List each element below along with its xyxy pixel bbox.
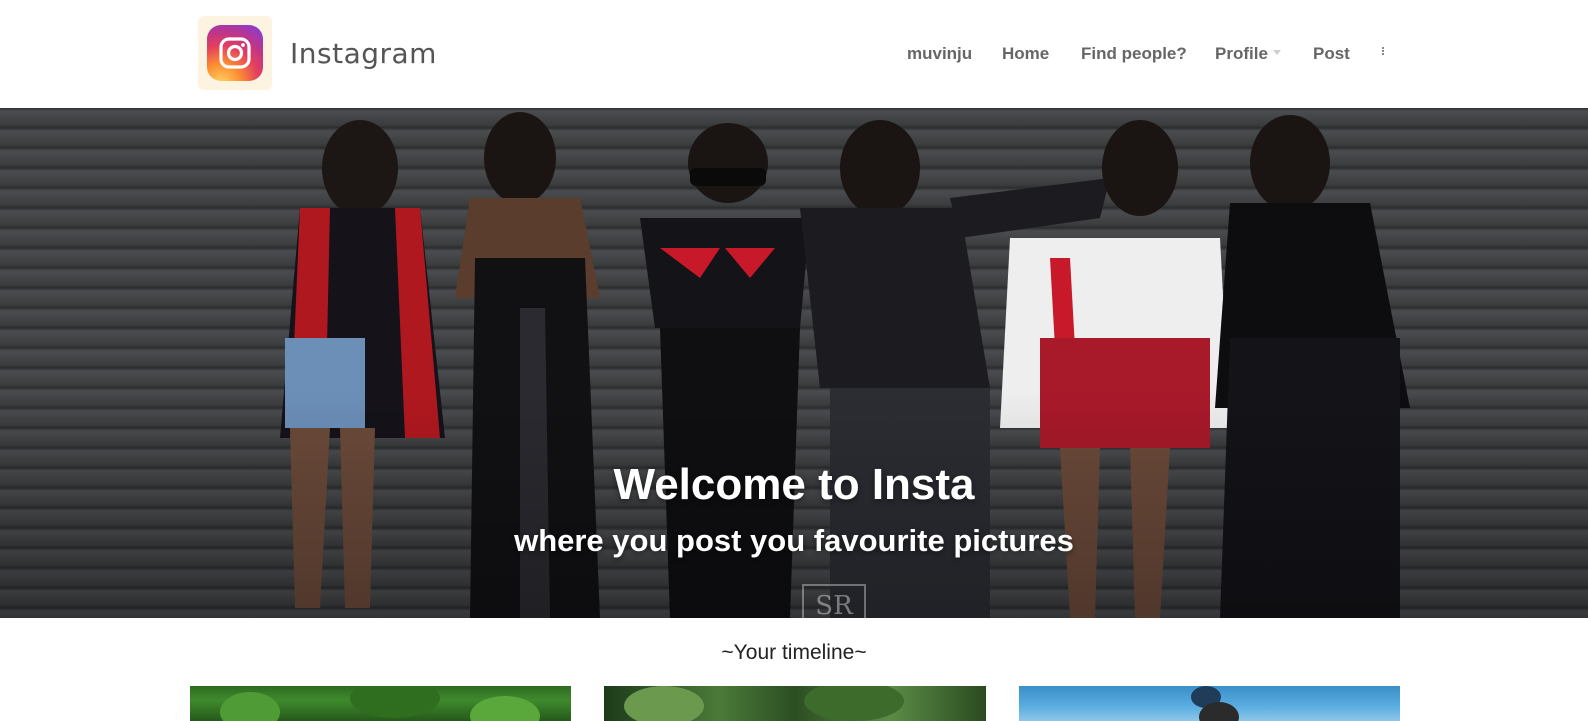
timeline-post-image[interactable] bbox=[604, 686, 986, 721]
vertical-ellipsis-icon[interactable] bbox=[1380, 46, 1386, 60]
timeline-heading: ~Your timeline~ bbox=[721, 641, 867, 664]
photo-watermark: SR bbox=[802, 584, 866, 618]
hero-title: Welcome to Insta bbox=[613, 460, 975, 509]
timeline-post-image[interactable] bbox=[1019, 686, 1400, 721]
nav-item-profile-label: Profile bbox=[1215, 44, 1268, 63]
hero-banner: Welcome to Insta where you post you favo… bbox=[0, 108, 1588, 618]
timeline-post-image[interactable] bbox=[190, 686, 571, 721]
nav-item-profile[interactable]: Profile bbox=[1215, 44, 1281, 64]
hero-subtitle: where you post you favourite pictures bbox=[514, 523, 1074, 558]
nav-item-post[interactable]: Post bbox=[1313, 44, 1350, 64]
chevron-down-icon bbox=[1272, 50, 1281, 56]
nav-item-username[interactable]: muvinju bbox=[907, 44, 972, 64]
main-nav: muvinju Home Find people? Profile Post bbox=[0, 44, 1588, 64]
nav-item-find-people[interactable]: Find people? bbox=[1081, 44, 1187, 64]
top-navbar: Instagram muvinju Home Find people? Prof… bbox=[0, 0, 1588, 108]
nav-item-home[interactable]: Home bbox=[1002, 44, 1049, 64]
